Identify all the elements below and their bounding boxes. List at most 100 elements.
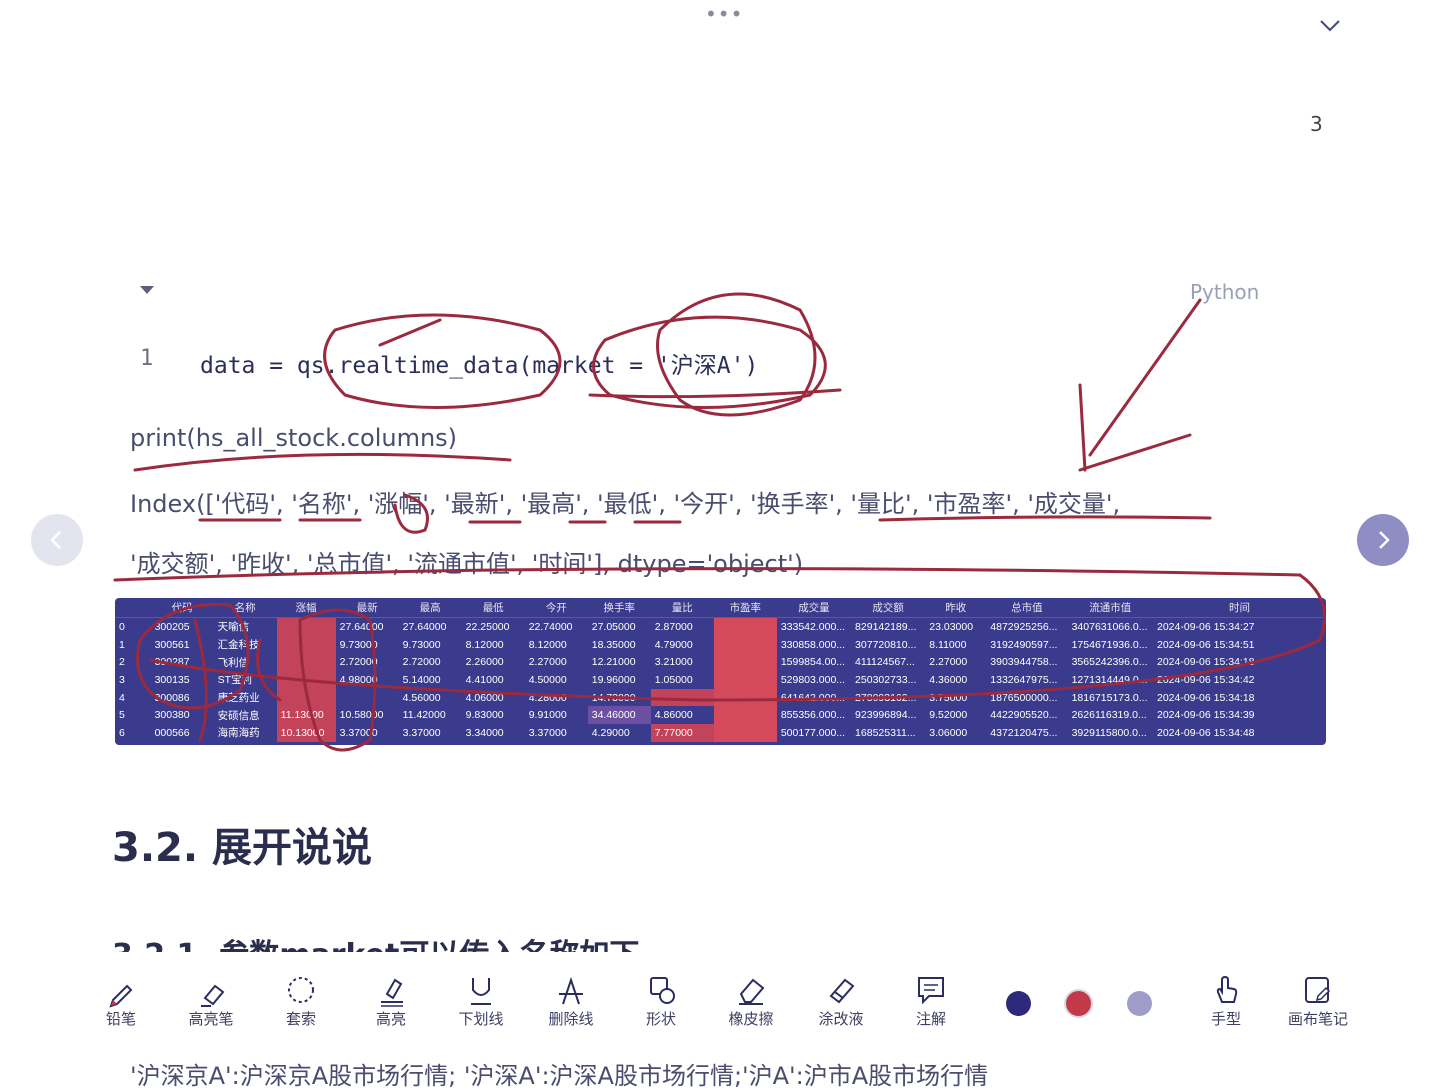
table-cell: 3565242396.0... (1071, 656, 1148, 669)
table-cell (336, 689, 399, 707)
column-header[interactable]: 昨收 (925, 598, 987, 618)
column-header[interactable]: 流通市值 (1067, 598, 1153, 618)
table-cell: 8.12000 (465, 638, 504, 651)
index-output-line-1: Index(['代码', '名称', '涨幅', '最新', '最高', '最低… (130, 490, 1121, 518)
table-cell: 安硕信息 (217, 709, 260, 722)
column-header[interactable]: 量比 (650, 598, 714, 618)
table-cell: 1 (119, 638, 125, 651)
table-cell: 2024-09-06 15:34:18 (1157, 691, 1255, 704)
annotate-tool[interactable]: 注解 (891, 974, 971, 1029)
table-cell: 0 (119, 620, 125, 633)
table-cell: 1816715173.0... (1071, 691, 1148, 704)
table-cell: 4 (119, 691, 125, 704)
column-header[interactable]: 今开 (524, 598, 588, 618)
hand-tool[interactable]: 手型 (1186, 974, 1266, 1029)
table-cell: 641642.000... (780, 691, 846, 704)
table-cell: 4.86000 (654, 709, 693, 722)
table-cell (713, 653, 777, 672)
table-cell: 2 (119, 656, 125, 669)
column-header[interactable] (115, 598, 151, 618)
column-header[interactable]: 换手率 (587, 598, 651, 618)
table-row: 3 300135 ST宝利 4.98000 5.14000 4.41000 4.50000 1… (115, 671, 1326, 689)
color-swatch-red[interactable] (1064, 989, 1093, 1018)
previous-page-button[interactable] (31, 514, 83, 566)
table-cell: 3192490597... (990, 638, 1058, 651)
table-cell: 2626116319.0... (1071, 709, 1147, 722)
column-header[interactable]: 最低 (461, 598, 525, 618)
dataframe-table: 代码 名称 涨幅 最新 最高 最低 今开 换手率 量比 市盈率 成交量 成交额 昨收 总市值 流通市值 时间 … (115, 598, 1326, 742)
table-cell: 2.72000 (402, 656, 441, 669)
next-page-button[interactable] (1357, 514, 1409, 566)
table-cell: 4.98000 (339, 673, 378, 686)
cell-collapse-toggle[interactable] (140, 286, 154, 294)
table-cell (276, 635, 336, 654)
strikethrough-icon (559, 976, 583, 1005)
table-cell: 4372120475... (990, 726, 1058, 739)
market-options-text: '沪深京A':沪深京A股市场行情; '沪深A':沪深A股市场行情;'沪A':沪市… (130, 1062, 989, 1090)
column-header[interactable]: 最高 (398, 598, 462, 618)
table-cell: 6 (119, 726, 125, 739)
canvas-note-tool[interactable]: 画布笔记 (1278, 974, 1358, 1029)
shapes-tool[interactable]: 形状 (621, 974, 701, 1029)
table-cell: 829142189... (855, 620, 917, 633)
column-header[interactable]: 市盈率 (713, 598, 777, 618)
column-header[interactable]: 时间 (1153, 598, 1326, 618)
table-cell: 4.06000 (465, 691, 504, 704)
table-cell: 5 (119, 709, 125, 722)
code-line[interactable]: data = qs.realtime_data(market = '沪深A') (200, 346, 758, 380)
color-swatch-navy[interactable] (1006, 991, 1031, 1016)
table-cell: 3.21000 (654, 656, 693, 669)
highlighter-pen-tool[interactable]: 高亮笔 (171, 974, 251, 1029)
table-cell: 3 (119, 673, 125, 686)
table-cell: 9.91000 (528, 709, 567, 722)
table-cell (713, 617, 777, 636)
strikethrough-tool[interactable]: 删除线 (531, 974, 611, 1029)
hand-pointer-icon (1216, 975, 1238, 1003)
column-header[interactable]: 最新 (335, 598, 399, 618)
table-cell: 1332647975... (990, 673, 1058, 686)
table-cell: 2024-09-06 15:34:27 (1157, 620, 1255, 633)
more-options-icon[interactable]: ••• (705, 2, 743, 26)
table-cell (713, 724, 777, 742)
table-cell: 4872925256... (990, 620, 1058, 633)
table-cell: 300135 (154, 673, 190, 686)
column-header[interactable]: 名称 (213, 598, 277, 618)
highlighter-icon (201, 984, 225, 1007)
column-header[interactable]: 代码 (150, 598, 214, 618)
table-cell: 34.46000 (587, 706, 651, 725)
lasso-tool[interactable]: 套索 (261, 974, 341, 1029)
correction-fluid-tool[interactable]: 涂改液 (801, 974, 881, 1029)
table-cell: 330858.000... (780, 638, 846, 651)
table-cell: 2024-09-06 15:34:39 (1157, 709, 1255, 722)
table-cell: 14.73000 (591, 691, 636, 704)
pencil-tool[interactable]: 铅笔 (81, 974, 161, 1029)
table-cell: 3.06000 (929, 726, 968, 739)
column-header[interactable]: 成交量 (776, 598, 852, 618)
column-header[interactable]: 总市值 (986, 598, 1068, 618)
table-cell: 1271314449.0... (1071, 673, 1148, 686)
table-cell: 3.37000 (339, 726, 378, 739)
column-header[interactable]: 涨幅 (276, 598, 336, 618)
underline-tool[interactable]: 下划线 (441, 974, 521, 1029)
table-cell: 3903944758... (990, 656, 1058, 669)
chevron-down-icon[interactable] (1316, 12, 1344, 40)
eraser-tool[interactable]: 橡皮擦 (711, 974, 791, 1029)
table-cell: 168525311... (855, 726, 916, 739)
table-cell: 4.56000 (402, 691, 441, 704)
highlight-tool[interactable]: 高亮 (351, 974, 431, 1029)
table-row: 5 300380 安硕信息 11.13000 10.58000 11.42000 9.830… (115, 706, 1326, 725)
color-swatch-lavender[interactable] (1127, 991, 1152, 1016)
table-cell: 3.37000 (402, 726, 441, 739)
table-cell: 4.41000 (465, 673, 504, 686)
table-cell: 2.27000 (528, 656, 567, 669)
shapes-icon (650, 977, 675, 1004)
table-cell: 4.36000 (929, 673, 968, 686)
table-cell (713, 671, 777, 689)
table-cell: 10.58000 (339, 709, 384, 722)
index-output-line-2: '成交额', '昨收', '总市值', '流通市值', '时间'], dtype… (130, 550, 804, 578)
table-cell: 22.25000 (465, 620, 510, 633)
table-cell: 19.96000 (591, 673, 636, 686)
table-cell: 300287 (154, 656, 190, 669)
table-cell: 529803.000... (780, 673, 846, 686)
column-header[interactable]: 成交额 (851, 598, 926, 618)
